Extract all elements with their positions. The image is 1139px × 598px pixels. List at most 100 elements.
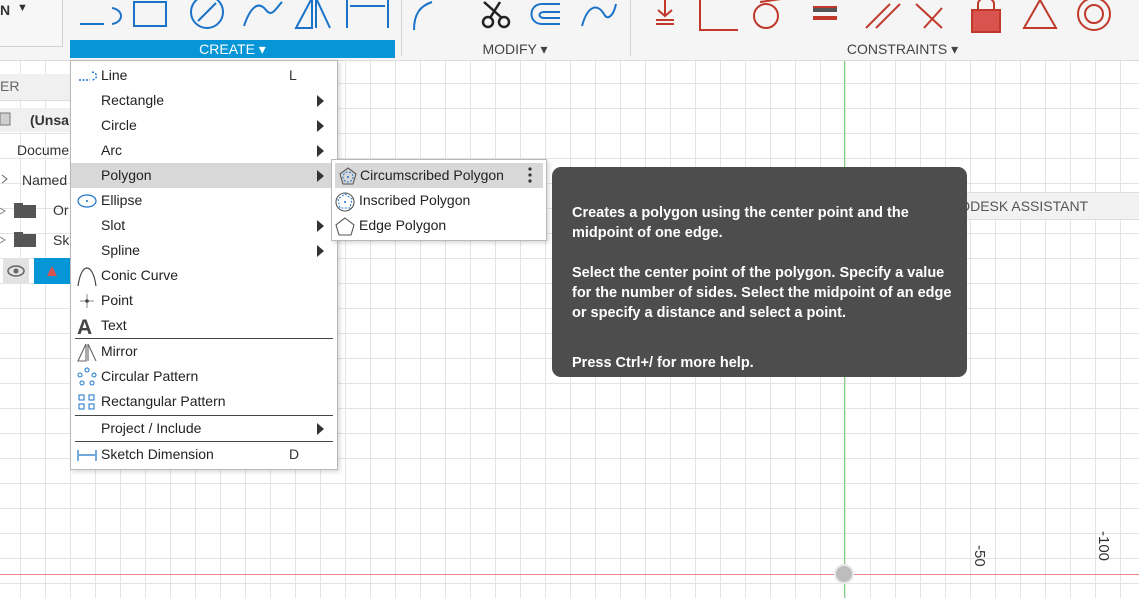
visibility-eye-icon[interactable] [0,258,70,287]
menu-label: Ellipse [101,192,143,208]
submenu-item-circumscribed-polygon[interactable]: Circumscribed Polygon [335,163,543,188]
submenu-arrow-icon [317,145,324,157]
menu-label: Circular Pattern [101,368,199,384]
menu-item-point[interactable]: Point [71,288,337,313]
polygon-submenu: Circumscribed Polygon Inscribed Polygon … [331,159,547,241]
text-icon: A [77,316,92,336]
submenu-arrow-icon [317,170,324,182]
menu-label: Conic Curve [101,267,179,283]
modify-tools-icons[interactable] [410,0,620,36]
modify-menu-button[interactable]: MODIFY ▾ [410,40,620,58]
browser-item-origin[interactable]: Or [53,202,69,218]
fillet-tool-icon [413,1,433,31]
spline-tool-icon [243,1,283,27]
menu-item-slot[interactable]: Slot [71,213,337,238]
svg-text:A: A [77,316,92,336]
submenu-arrow-icon [317,120,324,132]
lock-constraint-icon [971,9,1001,33]
submenu-arrow-icon [317,220,324,232]
assistant-label: DDESK ASSISTANT [960,198,1089,214]
tooltip-instructions: Select the center point of the polygon. … [572,265,952,321]
collinear-constraint-icon [915,3,943,29]
submenu-label: Circumscribed Polygon [360,167,504,183]
browser-item-named-views[interactable]: Named [22,172,67,188]
menu-item-line[interactable]: Line L [71,63,337,88]
trim-scissors-icon [481,1,511,29]
create-menu-button[interactable]: CREATE ▾ [70,40,395,58]
create-tools-icons[interactable] [72,0,397,36]
spline-edit-icon [581,3,617,27]
submenu-item-edge-polygon[interactable]: Edge Polygon [332,213,546,238]
submenu-arrow-icon [317,95,324,107]
component-icon [0,111,12,130]
line-icon [79,71,98,81]
menu-label: Spline [101,242,140,258]
toolbar: N ▼ CREATE ▾ MODIFY ▾ CONSTRAINTS ▾ [0,0,1139,61]
menu-label: Line [101,67,128,83]
dimension-tool-icon [346,0,389,28]
menu-item-circular-pattern[interactable]: Circular Pattern [71,364,337,389]
constraints-menu-button[interactable]: CONSTRAINTS ▾ [800,40,1005,58]
menu-item-ellipse[interactable]: Ellipse [71,188,337,213]
shortcut: L [289,67,297,83]
workspace-switcher[interactable]: N ▼ [0,0,63,47]
axis-label-minus-50: -50 [971,545,988,567]
sketch-dimension-icon [77,450,97,461]
menu-item-text[interactable]: A Text [71,313,337,338]
mirror-tool-icon [294,0,313,29]
browser-title: ER [0,78,20,94]
workspace-label: N [0,2,11,18]
mirror-icon [77,343,97,362]
create-dropdown-menu: Line L Rectangle Circle Arc Polygon Elli… [70,60,338,470]
rectangle-tool-icon [133,1,167,27]
menu-label: Text [101,317,127,333]
menu-item-polygon[interactable]: Polygon [71,163,337,188]
menu-item-mirror[interactable]: Mirror [71,339,337,364]
line-tool-icon [80,7,122,25]
menu-label: Rectangular Pattern [101,393,226,409]
menu-item-arc[interactable]: Arc [71,138,337,163]
triangle-constraint-icon [1022,0,1058,29]
menu-item-project-include[interactable]: Project / Include [71,416,337,441]
menu-item-rectangular-pattern[interactable]: Rectangular Pattern [71,389,337,414]
parallel-constraint-icon [865,3,901,29]
perpendicular-constraint-icon [699,0,738,31]
expand-icon[interactable] [0,171,10,190]
menu-item-rectangle[interactable]: Rectangle [71,88,337,113]
fix-constraint-icon [656,0,674,25]
menu-label: Mirror [101,343,138,359]
inscribed-polygon-icon [335,192,355,212]
more-options-icon[interactable] [525,165,535,185]
point-icon [80,294,94,308]
tooltip-help-hint: Press Ctrl+/ for more help. [572,355,754,371]
submenu-label: Edge Polygon [359,217,447,233]
origin-point[interactable] [834,564,854,584]
submenu-label: Inscribed Polygon [359,192,471,208]
tooltip-description: Creates a polygon using the center point… [572,205,909,241]
folder-icon [0,231,40,252]
browser-item-sketches[interactable]: Sk [53,232,69,248]
menu-item-sketch-dimension[interactable]: Sketch Dimension D [71,442,337,467]
browser-item-document[interactable]: Docume [17,142,69,158]
tangent-constraint-icon [753,3,779,29]
menu-item-circle[interactable]: Circle [71,113,337,138]
axis-label-minus-100: -100 [1095,531,1112,562]
browser-root-label[interactable]: (Unsa [30,112,69,128]
circle-tool-icon [190,0,224,29]
circular-pattern-icon [77,367,97,386]
browser-header: ER [0,74,70,101]
menu-label: Sketch Dimension [101,446,214,462]
menu-item-conic-curve[interactable]: Conic Curve [71,263,337,288]
menu-label: Slot [101,217,126,233]
menu-item-spline[interactable]: Spline [71,238,337,263]
menu-label: Arc [101,142,122,158]
menu-label: Point [101,292,133,308]
menu-label: Rectangle [101,92,165,108]
submenu-item-inscribed-polygon[interactable]: Inscribed Polygon [332,188,546,213]
menu-label: Circle [101,117,137,133]
menu-label: Project / Include [101,420,202,436]
autodesk-assistant-tab[interactable]: DDESK ASSISTANT [960,192,1139,220]
offset-tool-icon [530,3,560,25]
conic-curve-icon [77,267,97,286]
constraint-tools-icons[interactable] [650,0,1120,36]
